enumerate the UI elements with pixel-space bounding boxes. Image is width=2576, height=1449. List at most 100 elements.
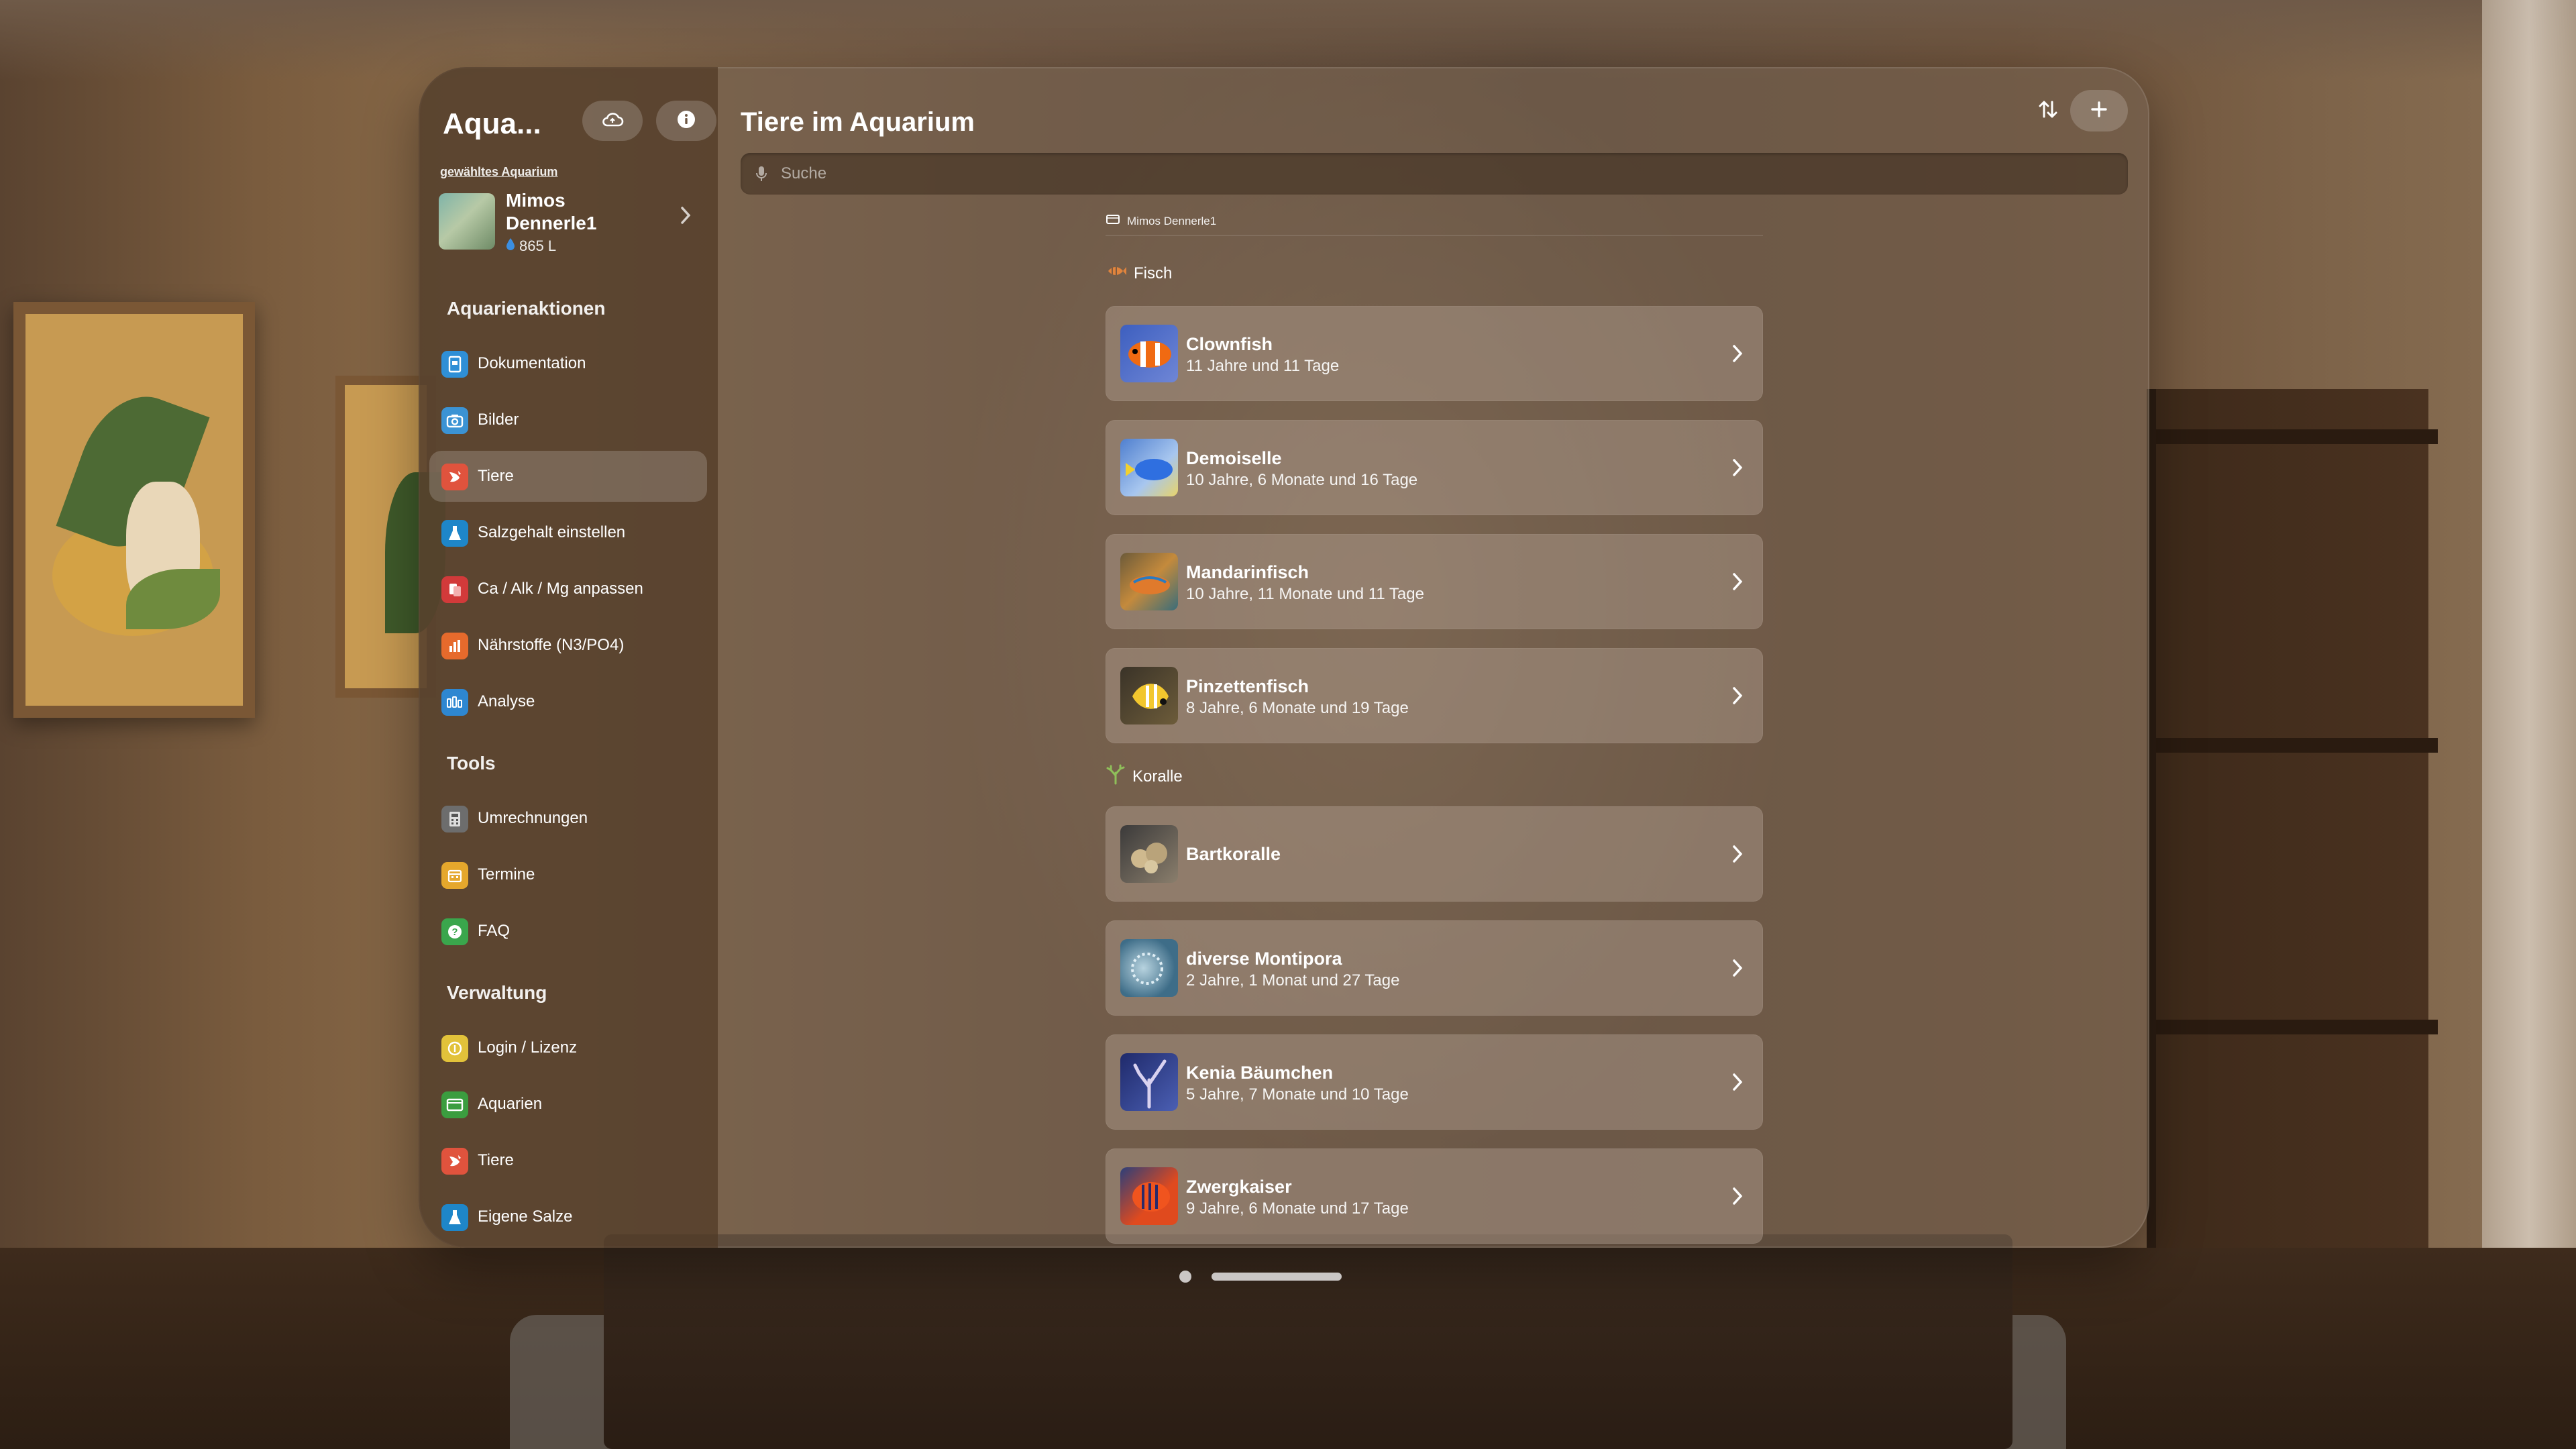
water-drop-icon: [506, 237, 515, 255]
list-item-montipora[interactable]: diverse Montipora 2 Jahre, 1 Monat und 2…: [1106, 920, 1763, 1016]
document-icon: [441, 351, 468, 378]
question-icon: ?: [441, 918, 468, 945]
animal-thumbnail: [1120, 939, 1178, 997]
animal-name: Mandarinfisch: [1186, 562, 1309, 582]
app-title: Aqua...: [443, 107, 541, 140]
aquarium-thumbnail: [439, 193, 495, 250]
sidebar-item-bilder[interactable]: Bilder: [429, 394, 707, 445]
chevron-right-icon: [1731, 685, 1744, 710]
sidebar-item-label: Termine: [478, 865, 535, 883]
curtain: [2482, 0, 2576, 1449]
sidebar-item-analyse[interactable]: Analyse: [429, 676, 707, 727]
animal-age: 9 Jahre, 6 Monate und 17 Tage: [1186, 1199, 1409, 1218]
sidebar-item-termine[interactable]: Termine: [429, 849, 707, 900]
chevron-right-icon: [1731, 457, 1744, 482]
analysis-icon: [441, 689, 468, 716]
animal-age: 10 Jahre, 11 Monate und 11 Tage: [1186, 585, 1424, 603]
animal-thumbnail: [1120, 1053, 1178, 1111]
cloud-button[interactable]: [582, 101, 643, 141]
selected-aquarium-card[interactable]: Mimos Dennerle1 865 L: [439, 188, 700, 262]
animal-thumbnail: [1120, 439, 1178, 496]
coffee-table: [604, 1234, 2012, 1449]
search-input[interactable]: Suche: [741, 153, 2128, 195]
window-close-dot[interactable]: [1179, 1271, 1191, 1283]
list-item-clownfish[interactable]: Clownfish 11 Jahre und 11 Tage: [1106, 306, 1763, 401]
animal-age: 10 Jahre, 6 Monate und 16 Tage: [1186, 471, 1418, 489]
chart-bars-icon: [441, 633, 468, 659]
chevron-right-icon: [1731, 957, 1744, 982]
list-item-zwergkaiser[interactable]: Zwergkaiser 9 Jahre, 6 Monate und 17 Tag…: [1106, 1148, 1763, 1244]
section-title-aquarienaktionen: Aquarienaktionen: [447, 298, 606, 319]
calculator-icon: [441, 806, 468, 833]
group-header-koralle: Koralle: [1106, 763, 1183, 790]
animal-thumbnail: [1120, 825, 1178, 883]
sidebar-item-salzgehalt[interactable]: Salzgehalt einstellen: [429, 507, 707, 558]
chevron-right-icon: [1731, 571, 1744, 596]
sidebar-header: Aqua...: [443, 93, 716, 153]
app-window: Aqua... gewähltes Aquarium Mimos Dennerl…: [419, 67, 2149, 1248]
sidebar-item-ca-alk-mg[interactable]: Ca / Alk / Mg anpassen: [429, 564, 707, 614]
sidebar-item-naehrstoffe[interactable]: Nährstoffe (N3/PO4): [429, 620, 707, 671]
fish-icon: [441, 1148, 468, 1175]
sidebar: Aqua... gewähltes Aquarium Mimos Dennerl…: [419, 67, 718, 1248]
microphone-icon[interactable]: [755, 165, 767, 186]
sidebar-item-label: Ca / Alk / Mg anpassen: [478, 580, 643, 598]
add-button[interactable]: [2070, 90, 2128, 131]
sidebar-item-login-lizenz[interactable]: Login / Lizenz: [429, 1022, 707, 1073]
chevron-right-icon: [1731, 843, 1744, 868]
divider: [1106, 235, 1763, 236]
aquarium-icon: [441, 1091, 468, 1118]
info-button[interactable]: [656, 101, 716, 141]
section-title-tools: Tools: [447, 753, 496, 773]
list-item-mandarinfisch[interactable]: Mandarinfisch 10 Jahre, 11 Monate und 11…: [1106, 534, 1763, 629]
sidebar-item-faq[interactable]: ? FAQ: [429, 906, 707, 957]
animal-age: 11 Jahre und 11 Tage: [1186, 357, 1340, 375]
list-item-demoiselle[interactable]: Demoiselle 10 Jahre, 6 Monate und 16 Tag…: [1106, 420, 1763, 515]
aquarium-icon: [1106, 213, 1120, 229]
section-title-verwaltung: Verwaltung: [447, 982, 547, 1003]
sidebar-item-tiere-verwaltung[interactable]: Tiere: [429, 1135, 707, 1186]
group-header-fisch: Fisch: [1106, 263, 1172, 284]
page-title: Tiere im Aquarium: [741, 107, 975, 137]
animal-age: 8 Jahre, 6 Monate und 19 Tage: [1186, 699, 1409, 717]
sidebar-item-dokumentation[interactable]: Dokumentation: [429, 338, 707, 389]
list-item-pinzettenfisch[interactable]: Pinzettenfisch 8 Jahre, 6 Monate und 19 …: [1106, 648, 1763, 743]
coral-icon: [1106, 763, 1126, 790]
sidebar-item-label: Salzgehalt einstellen: [478, 523, 626, 541]
sidebar-item-label: Login / Lizenz: [478, 1038, 578, 1057]
animal-name: Zwergkaiser: [1186, 1177, 1292, 1197]
sidebar-item-label: Nährstoffe (N3/PO4): [478, 636, 625, 654]
svg-text:?: ?: [451, 926, 458, 938]
sidebar-item-label: Tiere: [478, 467, 514, 485]
sidebar-item-aquarien[interactable]: Aquarien: [429, 1079, 707, 1130]
wall-painting-left: [13, 302, 255, 718]
animal-name: Demoiselle: [1186, 448, 1282, 468]
sidebar-item-tiere[interactable]: Tiere: [429, 451, 707, 502]
list-item-kenia-baeumchen[interactable]: Kenia Bäumchen 5 Jahre, 7 Monate und 10 …: [1106, 1034, 1763, 1130]
chevron-right-icon: [1731, 1185, 1744, 1210]
sort-button[interactable]: [2019, 90, 2077, 131]
aquarium-volume: 865 L: [506, 237, 556, 255]
license-icon: [441, 1035, 468, 1062]
list-item-bartkoralle[interactable]: Bartkoralle: [1106, 806, 1763, 902]
sidebar-item-umrechnungen[interactable]: Umrechnungen: [429, 793, 707, 844]
animal-name: Kenia Bäumchen: [1186, 1063, 1334, 1083]
animal-thumbnail: [1120, 667, 1178, 724]
sidebar-item-label: Dokumentation: [478, 354, 586, 372]
camera-icon: [441, 407, 468, 434]
animal-age: 5 Jahre, 7 Monate und 10 Tage: [1186, 1085, 1409, 1104]
animal-age: 2 Jahre, 1 Monat und 27 Tage: [1186, 971, 1400, 989]
sidebar-item-label: Analyse: [478, 692, 535, 710]
flask-icon: [441, 1204, 468, 1231]
sidebar-item-label: Umrechnungen: [478, 809, 588, 827]
animal-thumbnail: [1120, 553, 1178, 610]
window-controls: [1179, 1271, 1342, 1283]
window-grabber[interactable]: [1212, 1273, 1342, 1281]
selected-aquarium-label[interactable]: gewähltes Aquarium: [440, 165, 557, 179]
breadcrumb: Mimos Dennerle1: [1106, 213, 1216, 229]
fish-group-icon: [1106, 263, 1127, 284]
search-placeholder: Suche: [781, 164, 827, 182]
sidebar-item-eigene-salze[interactable]: Eigene Salze: [429, 1191, 707, 1242]
animal-name: Clownfish: [1186, 334, 1273, 354]
sidebar-item-label: Aquarien: [478, 1095, 543, 1113]
